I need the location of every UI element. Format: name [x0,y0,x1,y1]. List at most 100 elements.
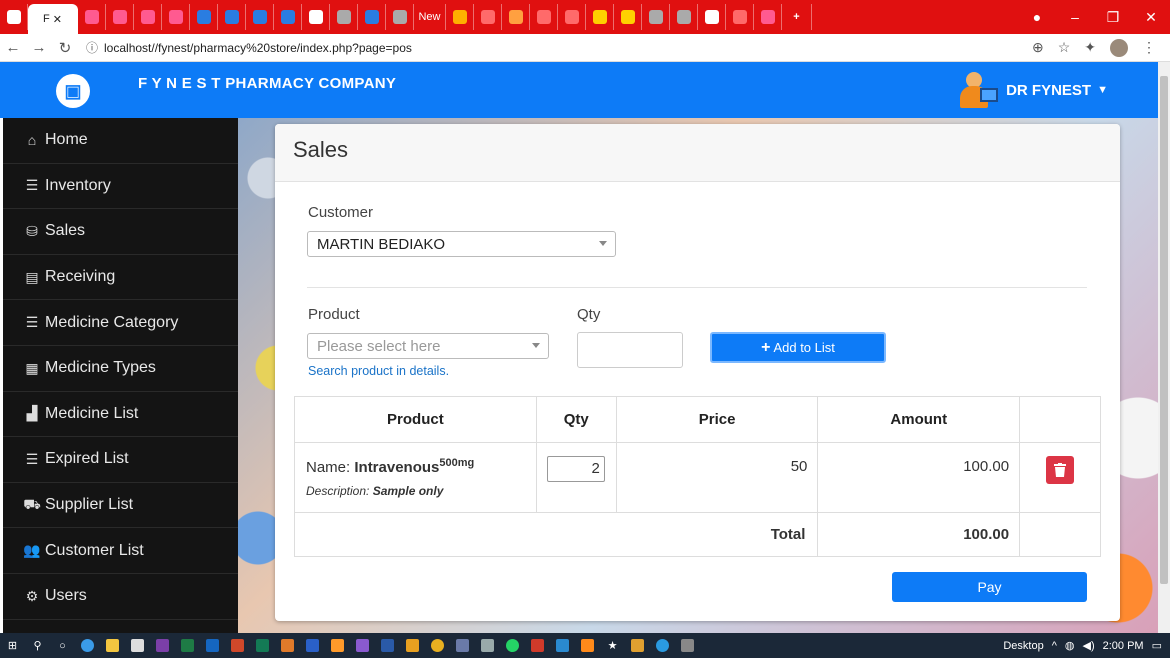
forward-icon[interactable]: → [26,39,52,56]
row-qty-input[interactable]: 2 [546,456,605,482]
visual-studio-icon[interactable] [352,638,374,654]
windows-start-icon[interactable]: ⊞ [2,638,24,654]
app-icon[interactable] [477,638,499,654]
sidebar-item-supplier-list[interactable]: ⛟ Supplier List [3,483,238,529]
browser-tab[interactable] [502,4,530,30]
browser-tab[interactable] [558,4,586,30]
extensions-icon[interactable]: ✦ [1084,39,1096,57]
close-icon[interactable]: ✕ [1132,9,1170,26]
browser-tab[interactable] [162,4,190,30]
powerpoint-icon[interactable] [227,638,249,654]
sidebar-item-medicine-category[interactable]: ☰ Medicine Category [3,300,238,346]
app-icon[interactable] [302,638,324,654]
star-icon[interactable]: ★ [602,638,624,654]
sidebar-item-home[interactable]: ⌂ Home [3,118,238,164]
app-icon[interactable] [552,638,574,654]
excel-icon[interactable] [177,638,199,654]
info-icon[interactable]: ⓘ [86,41,98,55]
product-select[interactable]: Please select here [307,333,549,359]
desktop-label[interactable]: Desktop [1003,640,1043,652]
sidebar-item-medicine-types[interactable]: ▦ Medicine Types [3,346,238,392]
browser-tab[interactable] [0,4,28,30]
maximize-icon[interactable]: ❐ [1094,9,1132,26]
qty-input[interactable] [577,332,683,368]
app-icon[interactable] [452,638,474,654]
network-icon[interactable]: ◍ [1065,639,1075,652]
search-product-link[interactable]: Search product in details. [308,364,449,378]
browser-tab[interactable] [754,4,782,30]
publisher-icon[interactable] [252,638,274,654]
browser-tab[interactable] [698,4,726,30]
browser-tab[interactable] [726,4,754,30]
browser-tab[interactable]: New [414,4,446,30]
sidebar-item-expired-list[interactable]: ☰ Expired List [3,437,238,483]
reload-icon[interactable]: ↻ [52,39,78,57]
delete-button[interactable] [1046,456,1075,484]
pharmacy-logo-icon[interactable]: ▣ [56,74,90,108]
sidebar-item-sales[interactable]: ⛁ Sales [3,209,238,255]
add-to-list-button[interactable]: + Add to List [710,332,886,363]
browser-tab[interactable] [78,4,106,30]
app-icon[interactable] [627,638,649,654]
browser-tab[interactable] [530,4,558,30]
browser-tab[interactable] [386,4,414,30]
word-icon[interactable] [377,638,399,654]
new-tab-button[interactable]: + [782,4,812,30]
profile-avatar[interactable] [1110,38,1128,57]
notifications-icon[interactable]: ▭ [1152,639,1162,652]
browser-tab[interactable] [446,4,474,30]
search-icon[interactable]: ⚲ [27,638,49,654]
browser-tab-active[interactable]: F ✕ [28,4,78,34]
zoom-icon[interactable]: ⊕ [1032,39,1044,57]
browser-tab[interactable] [642,4,670,30]
total-empty-cell [1019,512,1101,557]
minimize-icon[interactable]: – [1056,9,1094,26]
sidebar-item-users[interactable]: ⚙ Users [3,574,238,620]
browser-tab[interactable] [330,4,358,30]
sidebar-item-customer-list[interactable]: 👥 Customer List [3,528,238,574]
volume-icon[interactable]: ◀) [1083,639,1095,652]
url-field[interactable]: ⓘ localhost//fynest/pharmacy%20store/inde… [86,39,1032,56]
back-icon[interactable]: ← [0,39,26,56]
chevron-up-icon[interactable]: ^ [1052,640,1057,652]
browser-tab[interactable] [190,4,218,30]
whatsapp-icon[interactable] [502,638,524,654]
outlook-icon[interactable] [202,638,224,654]
sidebar-item-receiving[interactable]: ▤ Receiving [3,255,238,301]
scrollbar-thumb[interactable] [1160,76,1168,584]
customer-select[interactable]: MARTIN BEDIAKO [307,231,616,257]
browser-tab[interactable] [134,4,162,30]
cortana-icon[interactable]: ○ [52,638,74,654]
clock[interactable]: 2:00 PM [1103,640,1144,652]
profile-icon[interactable]: ● [1018,9,1056,26]
browser-tab[interactable] [218,4,246,30]
app-icon[interactable] [527,638,549,654]
menu-icon[interactable]: ⋮ [1142,39,1156,57]
app-icon[interactable] [577,638,599,654]
edge-icon[interactable] [77,638,99,654]
browser-tab[interactable] [474,4,502,30]
app-icon[interactable] [327,638,349,654]
app-icon[interactable] [277,638,299,654]
app-icon[interactable] [402,638,424,654]
store-icon[interactable] [127,638,149,654]
sidebar-item-medicine-list[interactable]: ▟ Medicine List [3,392,238,438]
file-explorer-icon[interactable] [102,638,124,654]
calculator-icon[interactable] [677,638,699,654]
pay-button[interactable]: Pay [892,572,1087,602]
browser-tab[interactable] [302,4,330,30]
user-menu[interactable]: DR FYNEST ▼ [958,72,1108,108]
star-icon[interactable]: ☆ [1058,39,1071,57]
browser-tab[interactable] [586,4,614,30]
chrome-icon[interactable] [427,638,449,654]
ie-icon[interactable] [652,638,674,654]
sidebar-item-inventory[interactable]: ☰ Inventory [3,164,238,210]
onenote-icon[interactable] [152,638,174,654]
browser-tab[interactable] [246,4,274,30]
browser-tab[interactable] [106,4,134,30]
browser-tab[interactable] [274,4,302,30]
browser-tab[interactable] [358,4,386,30]
browser-tab[interactable] [670,4,698,30]
vertical-scrollbar[interactable] [1158,62,1170,633]
browser-tab[interactable] [614,4,642,30]
